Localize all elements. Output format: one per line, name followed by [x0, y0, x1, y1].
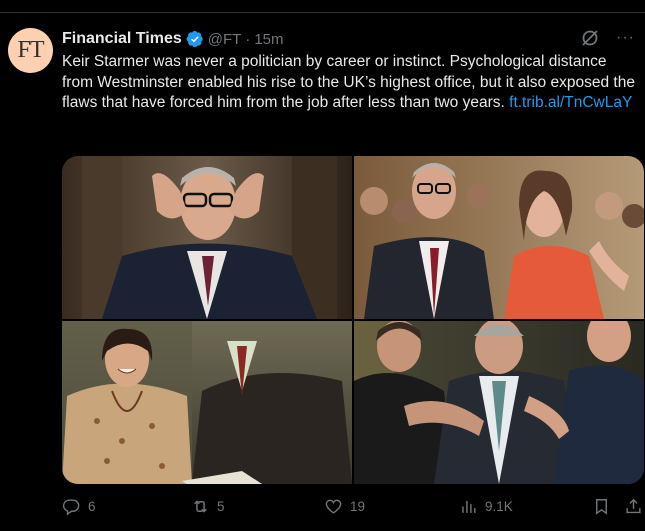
heart-icon	[325, 499, 342, 514]
display-name[interactable]: Financial Times	[62, 30, 182, 48]
views-icon	[462, 500, 476, 513]
reply-icon	[62, 499, 80, 516]
photo-2[interactable]	[354, 156, 644, 319]
tweet-text: Keir Starmer was never a politician by c…	[62, 52, 640, 114]
more-icon[interactable]: ···	[616, 29, 635, 47]
photo-4[interactable]	[354, 321, 644, 484]
bookmark-icon	[596, 499, 607, 515]
separator-dot: ·	[245, 30, 251, 48]
action-bar: 6 5 19 9.1K	[62, 497, 644, 521]
photo-2-image	[354, 156, 644, 319]
like-count: 19	[350, 499, 366, 514]
photo-3[interactable]	[62, 321, 352, 484]
photo-4-image	[354, 321, 644, 484]
divider	[0, 12, 645, 13]
share-icon	[626, 498, 641, 514]
views-count: 9.1K	[485, 499, 513, 514]
photo-1[interactable]	[62, 156, 352, 319]
tweet-header: Financial Times @FT · 15m	[62, 28, 284, 50]
photo-1-image	[62, 156, 352, 319]
repost-button[interactable]: 5	[191, 497, 225, 516]
grok-icon[interactable]	[580, 28, 600, 48]
timestamp[interactable]: 15m	[254, 31, 283, 48]
repost-count: 5	[217, 499, 225, 514]
views-button[interactable]: 9.1K	[459, 497, 513, 516]
tweet-link[interactable]: ft.trib.al/TnCwLaY	[509, 94, 632, 111]
media-grid	[62, 156, 644, 484]
header-actions: ···	[580, 28, 635, 48]
avatar[interactable]: FT	[8, 28, 53, 73]
verified-badge-icon[interactable]	[186, 30, 204, 48]
repost-icon	[194, 500, 207, 513]
handle[interactable]: @FT	[208, 31, 242, 48]
tweet[interactable]: FT Financial Times @FT · 15m ··· Keir St…	[0, 0, 645, 531]
like-button[interactable]: 19	[324, 497, 365, 516]
share-button[interactable]	[624, 497, 643, 516]
bookmark-button[interactable]	[592, 497, 611, 516]
reply-count: 6	[88, 499, 96, 514]
reply-button[interactable]: 6	[62, 497, 96, 516]
photo-3-image	[62, 321, 352, 484]
avatar-logo-text: FT	[17, 37, 44, 63]
